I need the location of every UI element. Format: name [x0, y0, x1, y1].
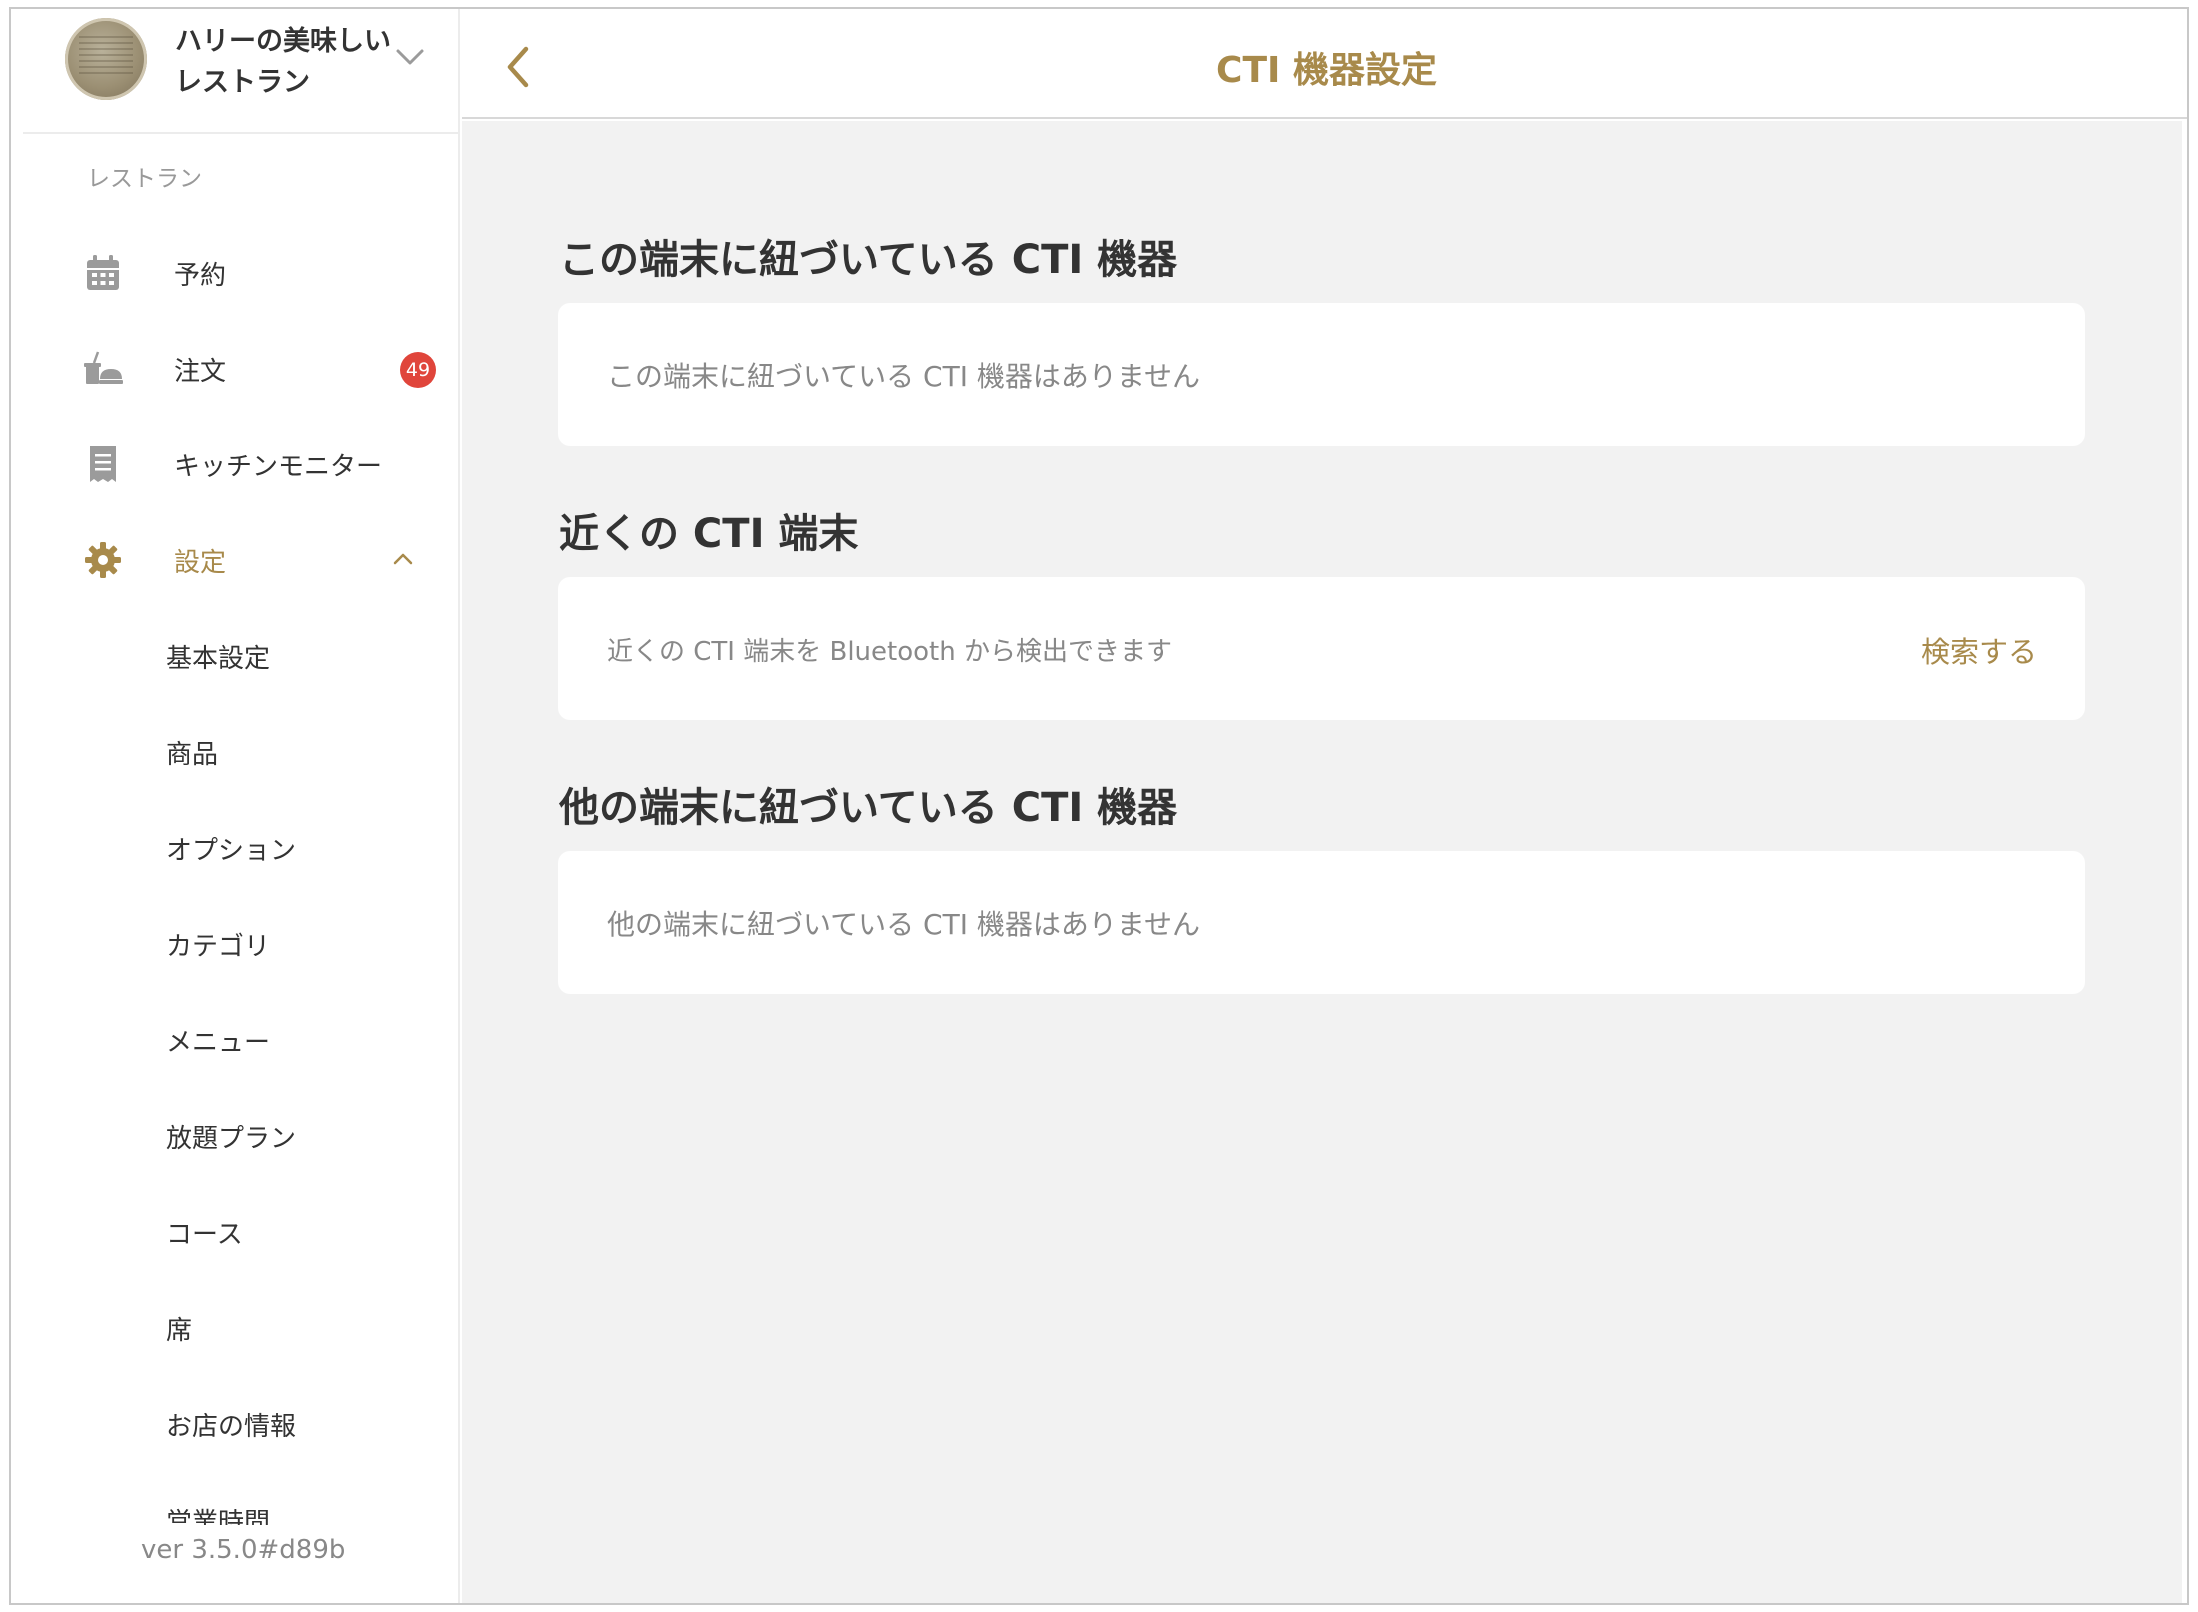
sidebar-item-label: 注文 — [174, 357, 227, 387]
sidebar-subitem-basic-settings[interactable]: 基本設定 — [11, 621, 458, 691]
calendar-icon — [87, 255, 119, 290]
other-devices-empty-text: 他の端末に紐づいている CTI 機器はありません — [607, 908, 1201, 941]
nearby-terminals-card: 近くの CTI 端末を Bluetooth から検出できます 検索する — [558, 577, 2085, 720]
store-name-line1: ハリーの美味しい — [175, 26, 391, 57]
chevron-down-icon[interactable] — [395, 47, 425, 67]
receipt-icon — [90, 446, 116, 482]
sidebar-subitem-products[interactable]: 商品 — [11, 717, 458, 787]
other-devices-card: 他の端末に紐づいている CTI 機器はありません — [558, 851, 2085, 994]
store-name-line2: レストラン — [175, 67, 310, 98]
sidebar-subitem-categories[interactable]: カテゴリ — [11, 909, 458, 979]
linked-devices-card: この端末に紐づいている CTI 機器はありません — [558, 303, 2085, 446]
sidebar-section-label: レストラン — [87, 166, 202, 192]
header-bar: CTI 機器設定 — [462, 9, 2187, 119]
sidebar-item-kitchen-monitor[interactable]: キッチンモニター — [11, 429, 458, 499]
store-switcher[interactable]: ハリーの美味しい レストラン — [23, 9, 460, 134]
sidebar: ハリーの美味しい レストラン レストラン 予約 注文 49 キッチンモニター 設… — [11, 9, 460, 1603]
app-window: ハリーの美味しい レストラン レストラン 予約 注文 49 キッチンモニター 設… — [9, 7, 2189, 1605]
sidebar-subitem-label: カテゴリ — [166, 932, 271, 962]
store-avatar — [65, 18, 147, 100]
linked-devices-empty-text: この端末に紐づいている CTI 機器はありません — [607, 360, 1201, 393]
nearby-terminals-title: 近くの CTI 端末 — [559, 511, 859, 557]
sidebar-subitem-label: 商品 — [166, 740, 219, 770]
sidebar-item-settings[interactable]: 設定 — [11, 525, 458, 595]
linked-devices-title: この端末に紐づいている CTI 機器 — [559, 237, 1178, 283]
sidebar-subitem-seats[interactable]: 席 — [11, 1293, 458, 1363]
sidebar-subitem-store-info[interactable]: お店の情報 — [11, 1389, 458, 1459]
order-tray-icon — [84, 351, 123, 384]
sidebar-subitem-all-you-can-plans[interactable]: 放題プラン — [11, 1101, 458, 1171]
order-count-badge: 49 — [400, 352, 436, 388]
sidebar-subitem-courses[interactable]: コース — [11, 1197, 458, 1267]
nearby-terminals-description: 近くの CTI 端末を Bluetooth から検出できます — [607, 637, 1172, 667]
sidebar-subitem-business-hours[interactable]: 営業時間 — [11, 1485, 458, 1525]
sidebar-subitem-options[interactable]: オプション — [11, 813, 458, 883]
sidebar-subitem-menu[interactable]: メニュー — [11, 1005, 458, 1075]
sidebar-subitem-label: 営業時間 — [166, 1508, 271, 1525]
chevron-up-icon[interactable] — [391, 551, 415, 567]
main-content: この端末に紐づいている CTI 機器 この端末に紐づいている CTI 機器はあり… — [462, 121, 2182, 1603]
sidebar-subitem-label: 基本設定 — [166, 644, 271, 674]
search-button[interactable]: 検索する — [1921, 629, 2037, 671]
sidebar-item-orders[interactable]: 注文 49 — [11, 334, 458, 404]
sidebar-item-label: キッチンモニター — [174, 452, 383, 482]
sidebar-subitem-label: メニュー — [166, 1028, 271, 1058]
sidebar-subitem-label: 席 — [166, 1316, 193, 1346]
sidebar-item-label: 設定 — [174, 548, 227, 578]
other-devices-title: 他の端末に紐づいている CTI 機器 — [559, 785, 1178, 831]
sidebar-item-label: 予約 — [174, 261, 227, 291]
sidebar-subitem-label: お店の情報 — [166, 1412, 297, 1442]
store-name: ハリーの美味しい レストラン — [175, 21, 405, 103]
sidebar-item-reservations[interactable]: 予約 — [11, 238, 458, 308]
gear-icon — [85, 542, 121, 578]
sidebar-subitem-label: オプション — [166, 836, 297, 866]
page-title: CTI 機器設定 — [1216, 50, 1437, 91]
sidebar-subitem-label: コース — [166, 1220, 243, 1250]
app-version: ver 3.5.0#d89b — [141, 1535, 441, 1565]
sidebar-subitem-label: 放題プラン — [166, 1124, 297, 1154]
